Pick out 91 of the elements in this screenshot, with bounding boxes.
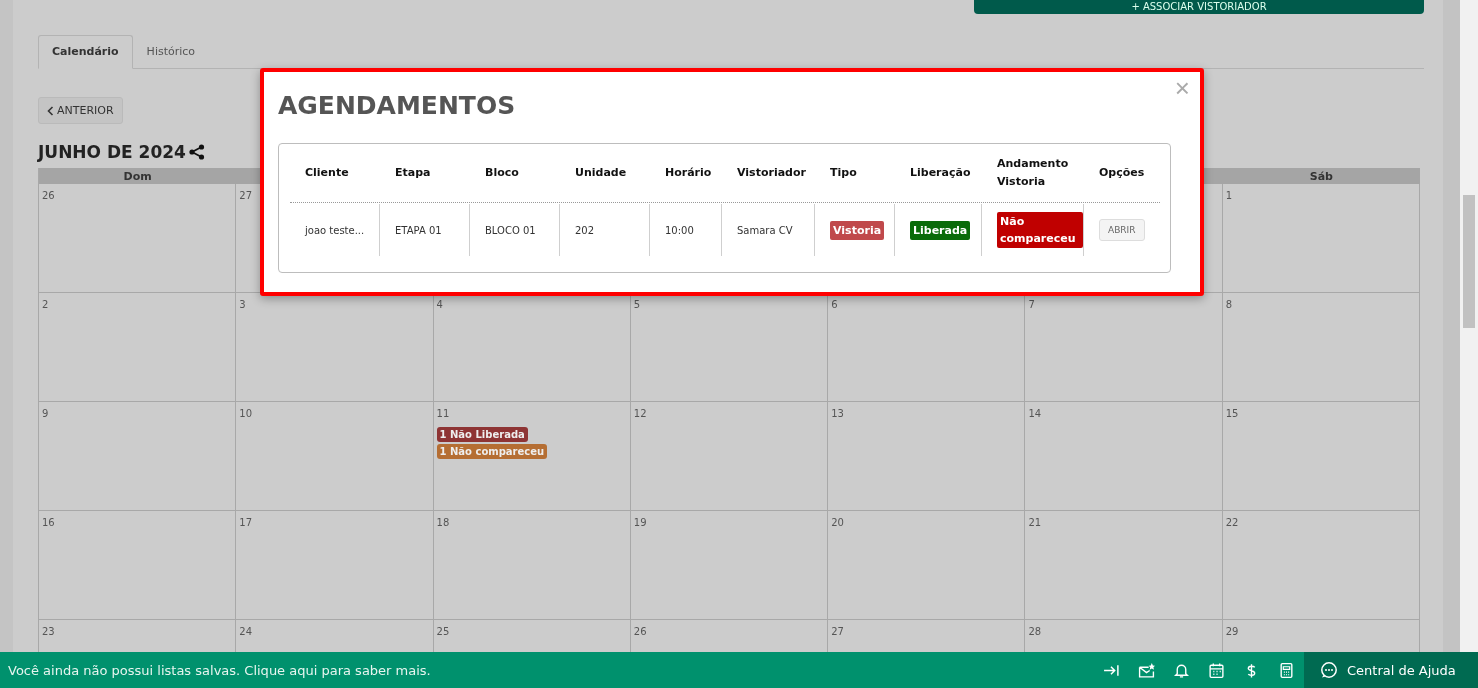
day-cell[interactable]: 13 — [828, 402, 1026, 511]
day-number: 6 — [831, 299, 838, 310]
event-tag[interactable]: 1 Não Liberada — [436, 427, 528, 442]
info-message[interactable]: Você ainda não possui listas salvas. Clique aqui para saber mais. — [8, 662, 1102, 678]
table-cell: 202 — [575, 224, 595, 236]
table-cell: ETAPA 01 — [395, 224, 442, 236]
day-cell[interactable]: 8 — [1222, 293, 1420, 402]
column-header: Cliente — [305, 165, 349, 181]
day-cell[interactable]: 10 — [236, 402, 434, 511]
modal-title: AGENDAMENTOS — [278, 91, 517, 122]
day-cell[interactable]: 11 1 Não Liberada 1 Não compareceu — [433, 402, 631, 511]
day-cell[interactable]: 22 — [1222, 511, 1420, 620]
chat-bubble-icon — [1320, 661, 1338, 679]
tab[interactable]: Histórico — [132, 35, 210, 69]
day-number: 14 — [1028, 408, 1042, 419]
chevron-left-icon — [47, 105, 54, 116]
day-number: 1 — [1225, 190, 1233, 201]
column-header: Bloco — [485, 165, 519, 181]
previous-button[interactable]: ANTERIOR — [38, 97, 123, 124]
day-number: 4 — [436, 299, 443, 310]
day-number: 17 — [239, 517, 252, 528]
day-cell[interactable]: 12 — [630, 402, 829, 511]
day-number: 16 — [42, 517, 55, 528]
day-cell[interactable]: 17 — [236, 511, 434, 620]
day-number: 13 — [831, 408, 844, 419]
day-cell[interactable]: 1 — [1222, 184, 1420, 293]
event-tag[interactable]: 1 Não compareceu — [436, 444, 548, 459]
associate-button[interactable]: + ASSOCIAR VISTORIADOR — [974, 0, 1424, 14]
day-cell[interactable]: 16 — [39, 511, 237, 620]
day-number: 7 — [1028, 299, 1035, 310]
day-number: 10 — [239, 408, 252, 419]
day-number: 26 — [633, 626, 647, 637]
scrollbar[interactable] — [1460, 0, 1478, 652]
weekday-header: Dom — [39, 168, 237, 184]
column-header: Etapa — [395, 165, 431, 181]
day-cell[interactable]: 18 — [433, 511, 631, 620]
day-number: 23 — [42, 626, 55, 637]
day-number: 2 — [42, 299, 49, 310]
bell-icon — [1173, 661, 1190, 679]
open-button[interactable]: ABRIR — [1099, 219, 1145, 241]
calendar-icon — [1208, 661, 1225, 679]
month-title: JUNHO DE 2024 — [38, 142, 186, 162]
day-number: 9 — [42, 408, 49, 419]
column-header: Opções — [1099, 165, 1145, 181]
calculator-button[interactable] — [1277, 660, 1296, 680]
day-number: 18 — [436, 517, 450, 528]
day-cell[interactable]: 14 — [1025, 402, 1223, 511]
day-cell[interactable]: 9 — [39, 402, 237, 511]
day-number: 28 — [1028, 626, 1042, 637]
day-cell[interactable]: 2 — [39, 293, 237, 402]
day-number: 22 — [1225, 517, 1239, 528]
table-cell: BLOCO 01 — [485, 224, 536, 236]
column-header: Horário — [665, 165, 712, 181]
calculator-icon — [1278, 661, 1295, 679]
day-number: 19 — [633, 517, 647, 528]
day-cell[interactable]: 15 — [1222, 402, 1420, 511]
day-number: 26 — [42, 190, 55, 201]
tab[interactable]: Calendário — [38, 35, 133, 69]
share-icon — [188, 144, 205, 160]
day-number: 27 — [831, 626, 844, 637]
day-number: 29 — [1225, 626, 1239, 637]
table-cell: joao teste... — [305, 224, 365, 236]
day-number: 3 — [239, 299, 246, 310]
day-number: 12 — [633, 408, 647, 419]
day-number: 25 — [436, 626, 450, 637]
column-header: Tipo — [830, 165, 857, 181]
day-number: 15 — [1225, 408, 1239, 419]
day-number: 20 — [831, 517, 844, 528]
table-cell: 10:00 — [665, 224, 694, 236]
day-number: 24 — [239, 626, 252, 637]
mail-star-icon — [1138, 661, 1155, 679]
table-cell: Samara CV — [737, 224, 793, 236]
day-number: 21 — [1028, 517, 1042, 528]
column-header: Vistoriador — [737, 165, 806, 181]
day-number: 8 — [1225, 299, 1233, 310]
scrollbar-thumb[interactable] — [1463, 195, 1475, 328]
status-label: Vistoria — [830, 220, 885, 240]
day-cell[interactable]: 26 — [39, 184, 237, 293]
day-number: 11 — [436, 408, 450, 419]
status-label: Não compareceu — [997, 212, 1083, 248]
weekday-header: Sáb — [1222, 168, 1420, 184]
day-cell[interactable]: 21 — [1025, 511, 1223, 620]
day-cell[interactable]: 19 — [630, 511, 829, 620]
column-header: Andamento Vistoria — [997, 156, 1070, 190]
day-number: 5 — [633, 299, 641, 310]
help-button[interactable]: Central de Ajuda — [1304, 652, 1478, 688]
status-label: Liberada — [910, 220, 971, 240]
column-header: Liberação — [910, 165, 971, 181]
day-cell[interactable]: 20 — [828, 511, 1026, 620]
day-number: 27 — [239, 190, 252, 201]
column-header: Unidade — [575, 165, 627, 181]
